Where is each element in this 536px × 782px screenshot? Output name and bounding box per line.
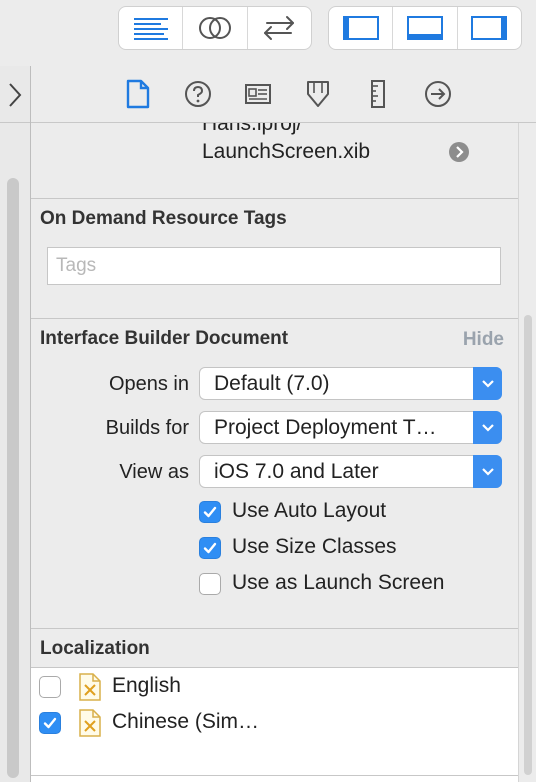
view-as-value: iOS 7.0 and Later: [214, 460, 379, 483]
inspector-scroll-track: [518, 123, 536, 782]
editor-edge: [0, 66, 31, 782]
localization-list: English Chinese (Sim…: [31, 668, 518, 782]
chevron-down-icon: [481, 379, 494, 388]
auto-layout-label: Use Auto Layout: [232, 499, 387, 522]
hide-button[interactable]: Hide: [463, 329, 504, 351]
section-divider: [31, 318, 518, 319]
panels-segmented-control: [328, 6, 522, 50]
help-icon: [185, 81, 211, 107]
popup-arrow: [473, 455, 502, 488]
version-editor-button[interactable]: [248, 7, 311, 49]
size-classes-label: Use Size Classes: [232, 535, 397, 558]
reveal-arrow-icon[interactable]: [448, 141, 470, 163]
section-divider: [31, 775, 518, 776]
localization-chinese-checkbox[interactable]: [39, 712, 61, 734]
checkmark-icon: [43, 717, 57, 729]
section-title-on-demand: On Demand Resource Tags: [40, 208, 287, 229]
version-editor-icon: [264, 16, 295, 40]
standard-editor-button[interactable]: [119, 7, 184, 49]
popup-arrow: [473, 367, 502, 400]
launch-screen-label: Use as Launch Screen: [232, 571, 445, 594]
editor-mode-segmented-control: [118, 6, 312, 50]
utilities-panel-icon: [471, 16, 508, 40]
navigator-toggle-button[interactable]: [329, 7, 394, 49]
section-title-ib-document: Interface Builder Document: [40, 328, 289, 349]
file-path-line2: LaunchScreen.xib: [202, 140, 371, 163]
builds-for-value: Project Deployment T…: [214, 416, 437, 439]
localization-item-label: Chinese (Sim…: [112, 710, 260, 733]
opens-in-value: Default (7.0): [214, 372, 330, 395]
localization-item-label: English: [112, 674, 181, 697]
tab-identity-inspector[interactable]: [242, 78, 274, 110]
tab-attributes-inspector[interactable]: [302, 78, 334, 110]
checkmark-icon: [203, 542, 217, 554]
auto-layout-checkbox[interactable]: [199, 501, 221, 523]
editor-scrollbar[interactable]: [7, 178, 19, 778]
utilities-toggle-button[interactable]: [458, 7, 521, 49]
section-divider: [31, 198, 518, 199]
inspector-tab-bar: [31, 66, 536, 123]
localization-english-checkbox[interactable]: [39, 676, 61, 698]
chevron-right-icon[interactable]: [4, 80, 26, 110]
assistant-editor-icon: [198, 17, 231, 39]
assistant-editor-button[interactable]: [183, 7, 248, 49]
opens-in-popup[interactable]: Default (7.0): [199, 367, 502, 400]
popup-arrow: [473, 411, 502, 444]
xib-file-icon: [79, 673, 101, 701]
tab-file-inspector[interactable]: [122, 78, 154, 110]
attributes-icon: [307, 81, 329, 107]
navigator-panel-icon: [342, 16, 379, 40]
identity-icon: [245, 84, 271, 104]
view-as-label: View as: [119, 461, 189, 483]
view-as-popup[interactable]: iOS 7.0 and Later: [199, 455, 502, 488]
text-editor-icon: [133, 18, 168, 40]
tab-size-inspector[interactable]: [362, 78, 394, 110]
section-title-localization: Localization: [40, 638, 150, 659]
debug-panel-icon: [406, 16, 443, 40]
file-icon: [126, 79, 150, 109]
connections-icon: [425, 81, 451, 107]
builds-for-popup[interactable]: Project Deployment T…: [199, 411, 502, 444]
toolbar: [0, 0, 536, 67]
builds-for-label: Builds for: [105, 417, 189, 439]
size-classes-checkbox[interactable]: [199, 537, 221, 559]
tags-input[interactable]: [47, 247, 501, 285]
inspector-content: Hans.lproj/ LaunchScreen.xib On Demand R…: [31, 123, 518, 782]
section-divider: [31, 628, 518, 629]
tab-connections-inspector[interactable]: [422, 78, 454, 110]
chevron-down-icon: [481, 467, 494, 476]
opens-in-label: Opens in: [108, 373, 189, 395]
xib-file-icon: [79, 709, 101, 737]
debug-area-toggle-button[interactable]: [393, 7, 458, 49]
chevron-down-icon: [481, 423, 494, 432]
size-icon: [371, 80, 385, 108]
launch-screen-checkbox[interactable]: [199, 573, 221, 595]
tab-quick-help[interactable]: [182, 78, 214, 110]
inspector-scrollbar[interactable]: [524, 315, 532, 775]
file-path-line1: Hans.lproj/: [202, 123, 303, 135]
divider: [0, 122, 30, 123]
checkmark-icon: [203, 506, 217, 518]
